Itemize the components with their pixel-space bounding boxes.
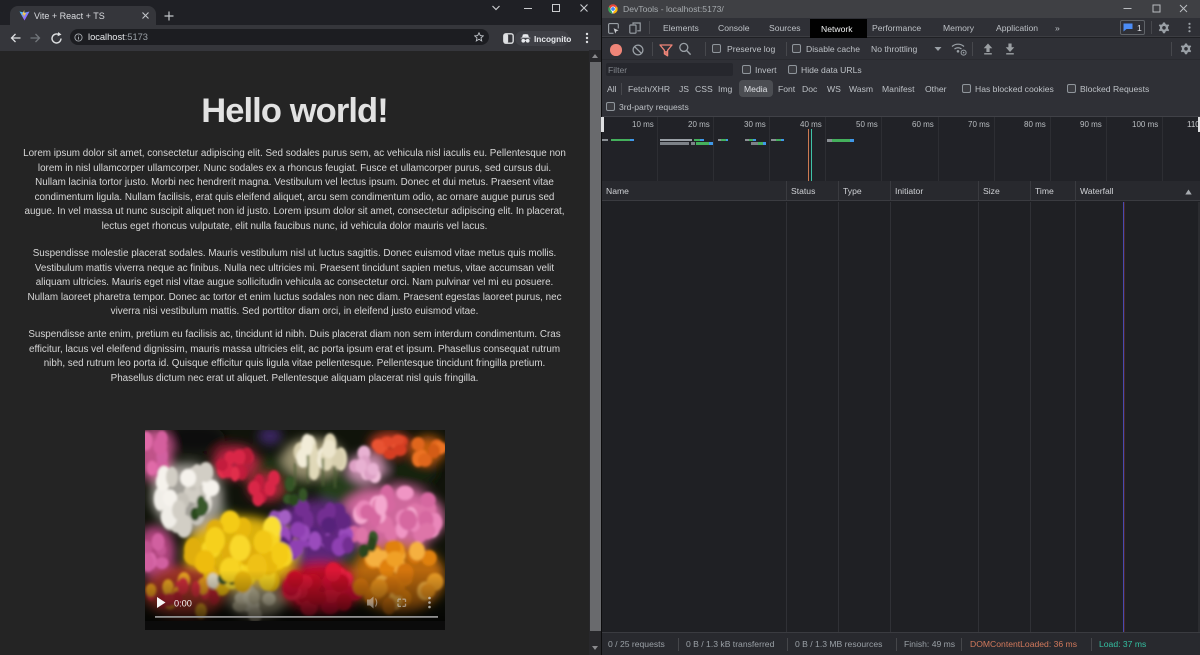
svg-text:0:00: 0:00 [174, 599, 192, 609]
